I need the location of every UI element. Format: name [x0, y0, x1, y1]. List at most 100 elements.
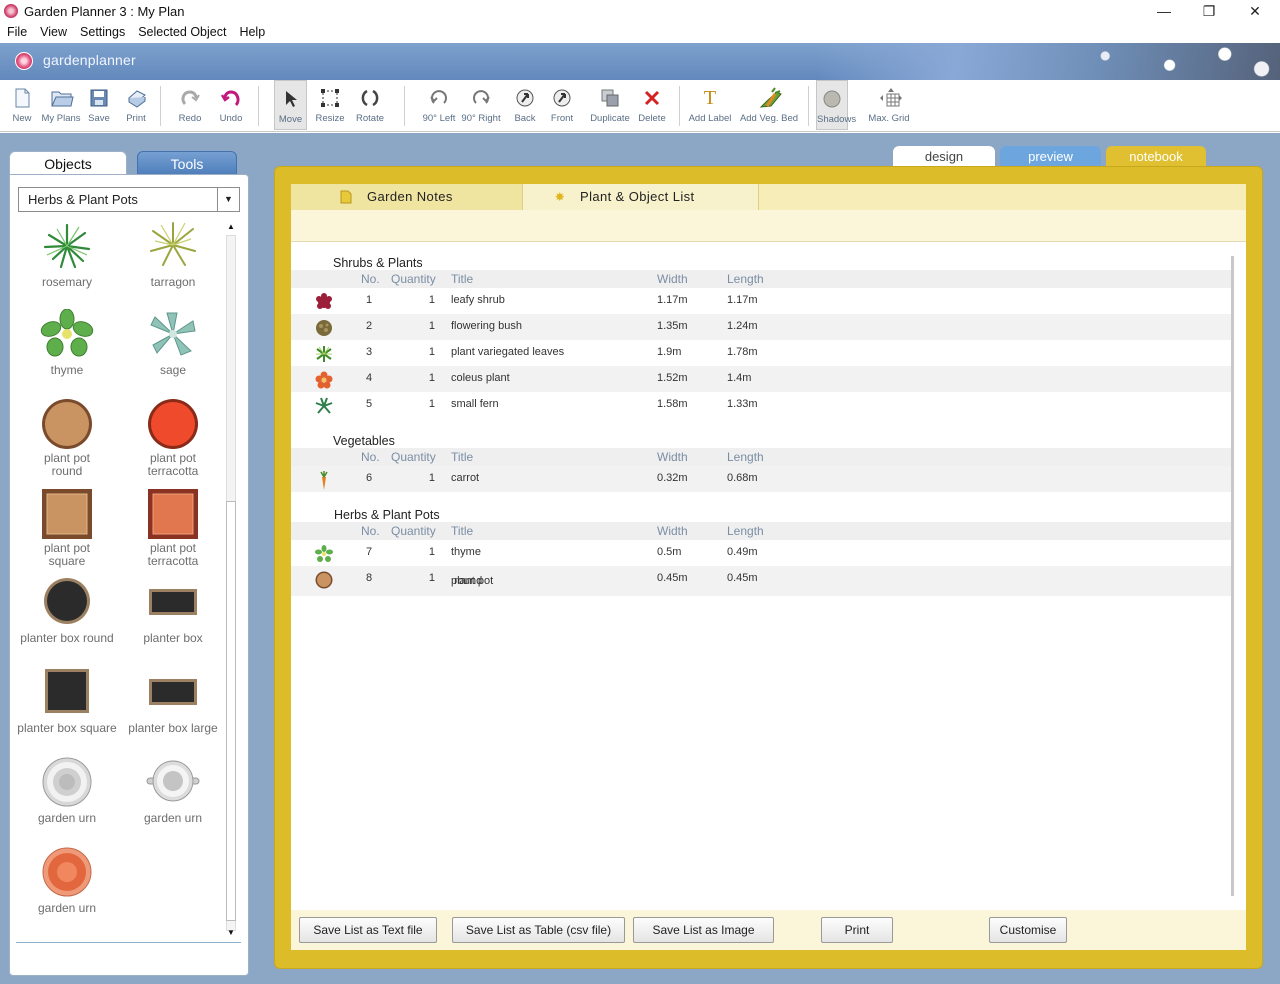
print-button[interactable]: Print — [120, 80, 152, 130]
menu-selected-object[interactable]: Selected Object — [131, 23, 232, 39]
object-item-sage[interactable]: sage — [120, 309, 225, 377]
send-back-button[interactable]: Back — [510, 80, 540, 130]
shadows-toggle[interactable]: Shadows — [816, 80, 856, 130]
rotate-right-button[interactable]: 90° Right — [461, 80, 501, 130]
tab-plant-object-list[interactable]: ✸ Plant & Object List — [523, 184, 759, 210]
scroll-up-arrow-icon[interactable]: ▲ — [224, 221, 238, 233]
text-label-icon: T — [703, 87, 717, 109]
garden-urn-icon — [39, 757, 95, 807]
add-label-button[interactable]: T Add Label — [687, 80, 733, 130]
redo-button[interactable]: Redo — [174, 80, 206, 130]
table-row[interactable]: 2 1 flowering bush 1.35m 1.24m — [291, 314, 1231, 340]
my-plans-button[interactable]: My Plans — [38, 80, 84, 130]
coleus-plant-icon — [315, 371, 333, 389]
table-row[interactable]: 6 1 carrot 0.32m 0.68m — [291, 466, 1231, 492]
section-title: Shrubs & Plants — [333, 256, 423, 270]
delete-button[interactable]: Delete — [636, 80, 668, 130]
rotate-left-button[interactable]: 90° Left — [420, 80, 458, 130]
new-button[interactable]: New — [6, 80, 38, 130]
toolbar-separator — [160, 86, 161, 126]
minimize-button[interactable]: — — [1141, 0, 1187, 23]
add-veg-bed-button[interactable]: Add Veg. Bed — [739, 80, 799, 130]
table-row[interactable]: 1 1 leafy shrub 1.17m 1.17m — [291, 288, 1231, 314]
toolbar-separator — [679, 86, 680, 126]
tab-preview[interactable]: preview — [1000, 146, 1101, 168]
customise-button[interactable]: Customise — [989, 917, 1067, 943]
save-text-button[interactable]: Save List as Text file — [299, 917, 437, 943]
printer-icon — [125, 87, 147, 109]
object-item-planter-box-square[interactable]: planter box square — [14, 667, 120, 735]
objects-panel: Herbs & Plant Pots ▼ rosemary tarragon t… — [9, 174, 249, 976]
resize-tool-button[interactable]: Resize — [313, 80, 347, 130]
object-item-plant-pot-square[interactable]: plant pot square — [14, 487, 120, 568]
table-row[interactable]: 7 1 thyme 0.5m 0.49m — [291, 540, 1231, 566]
send-back-icon — [514, 87, 536, 109]
object-item-rosemary[interactable]: rosemary — [14, 221, 120, 289]
object-item-garden-urn[interactable]: garden urn — [14, 757, 120, 825]
blossom-banner-image — [820, 43, 1280, 80]
title-bar: Garden Planner 3 : My Plan — ❐ ✕ — [0, 0, 1280, 23]
save-button[interactable]: Save — [84, 80, 114, 130]
fern-icon — [315, 397, 333, 415]
object-item-planter-box-round[interactable]: planter box round — [14, 577, 120, 645]
vegetable-bed-icon — [758, 87, 782, 109]
object-label: sage — [159, 363, 187, 377]
object-label: planter box — [143, 631, 203, 645]
logo-icon — [15, 52, 33, 70]
duplicate-button[interactable]: Duplicate — [589, 80, 631, 130]
tab-design[interactable]: design — [893, 146, 995, 168]
tab-garden-notes[interactable]: Garden Notes — [291, 184, 523, 210]
menu-view[interactable]: View — [33, 23, 73, 39]
menu-file[interactable]: File — [0, 23, 33, 39]
object-item-garden-urn-handled[interactable]: garden urn — [120, 757, 225, 825]
tab-notebook[interactable]: notebook — [1106, 146, 1206, 168]
object-label: plant pot terracotta — [147, 451, 199, 478]
close-button[interactable]: ✕ — [1232, 0, 1278, 23]
table-row[interactable]: 81 plant pot round 0.45m 0.45m — [291, 566, 1231, 596]
plant-pot-round-icon — [315, 571, 333, 589]
object-item-plant-pot-terracotta-round[interactable]: plant pot terracotta — [120, 397, 225, 478]
object-item-thyme[interactable]: thyme — [14, 308, 120, 377]
object-item-plant-pot-terracotta-square[interactable]: plant pot terracotta — [120, 487, 225, 568]
move-tool-button[interactable]: Move — [274, 80, 307, 130]
print-list-button[interactable]: Print — [821, 917, 893, 943]
object-label: rosemary — [41, 275, 92, 289]
garden-urn-handles-icon — [145, 757, 201, 807]
object-item-garden-urn-terracotta[interactable]: garden urn — [14, 847, 120, 915]
menu-help[interactable]: Help — [232, 23, 271, 39]
shadow-circle-icon — [821, 88, 843, 110]
palette-scrollbar[interactable]: ▲ ▼ — [224, 221, 238, 941]
sun-flower-icon: ✸ — [554, 190, 566, 204]
undo-button[interactable]: Undo — [216, 80, 246, 130]
object-palette: rosemary tarragon thyme sage plant pot r… — [10, 221, 225, 936]
save-image-button[interactable]: Save List as Image — [633, 917, 774, 943]
list-scrollbar[interactable] — [1231, 256, 1234, 896]
plant-list-page: Shrubs & Plants No. Quantity Title Width Len… — [291, 242, 1246, 910]
redo-icon — [179, 87, 201, 109]
category-select[interactable]: Herbs & Plant Pots ▼ — [18, 187, 240, 212]
chevron-down-icon[interactable]: ▼ — [217, 188, 239, 211]
max-grid-button[interactable]: Max. Grid — [866, 80, 912, 130]
tab-objects[interactable]: Objects — [9, 151, 127, 175]
scroll-down-arrow-icon[interactable]: ▼ — [224, 927, 238, 939]
notebook-panel: Garden Notes ✸ Plant & Object List Shrub… — [274, 166, 1263, 969]
table-header-row: No. Quantity Title Width Length — [291, 270, 1231, 288]
scroll-thumb[interactable] — [226, 501, 236, 921]
table-row[interactable]: 5 1 small fern 1.58m 1.33m — [291, 392, 1231, 418]
table-row[interactable]: 4 1 coleus plant 1.52m 1.4m — [291, 366, 1231, 392]
menu-settings[interactable]: Settings — [73, 23, 131, 39]
bring-front-button[interactable]: Front — [547, 80, 577, 130]
object-item-tarragon[interactable]: tarragon — [120, 221, 225, 289]
object-label: garden urn — [37, 901, 97, 915]
restore-button[interactable]: ❐ — [1186, 0, 1232, 23]
table-row[interactable]: 3 1 plant variegated leaves 1.9m 1.78m — [291, 340, 1231, 366]
rotate-left-icon — [428, 87, 450, 109]
rotate-tool-button[interactable]: Rotate — [353, 80, 387, 130]
object-item-planter-box[interactable]: planter box — [120, 577, 225, 645]
object-item-planter-box-large[interactable]: planter box large — [120, 667, 225, 735]
object-item-plant-pot-round[interactable]: plant pot round — [14, 397, 120, 478]
resize-icon — [319, 87, 341, 109]
tab-tools[interactable]: Tools — [137, 151, 237, 175]
save-csv-button[interactable]: Save List as Table (csv file) — [452, 917, 625, 943]
duplicate-icon — [599, 87, 621, 109]
